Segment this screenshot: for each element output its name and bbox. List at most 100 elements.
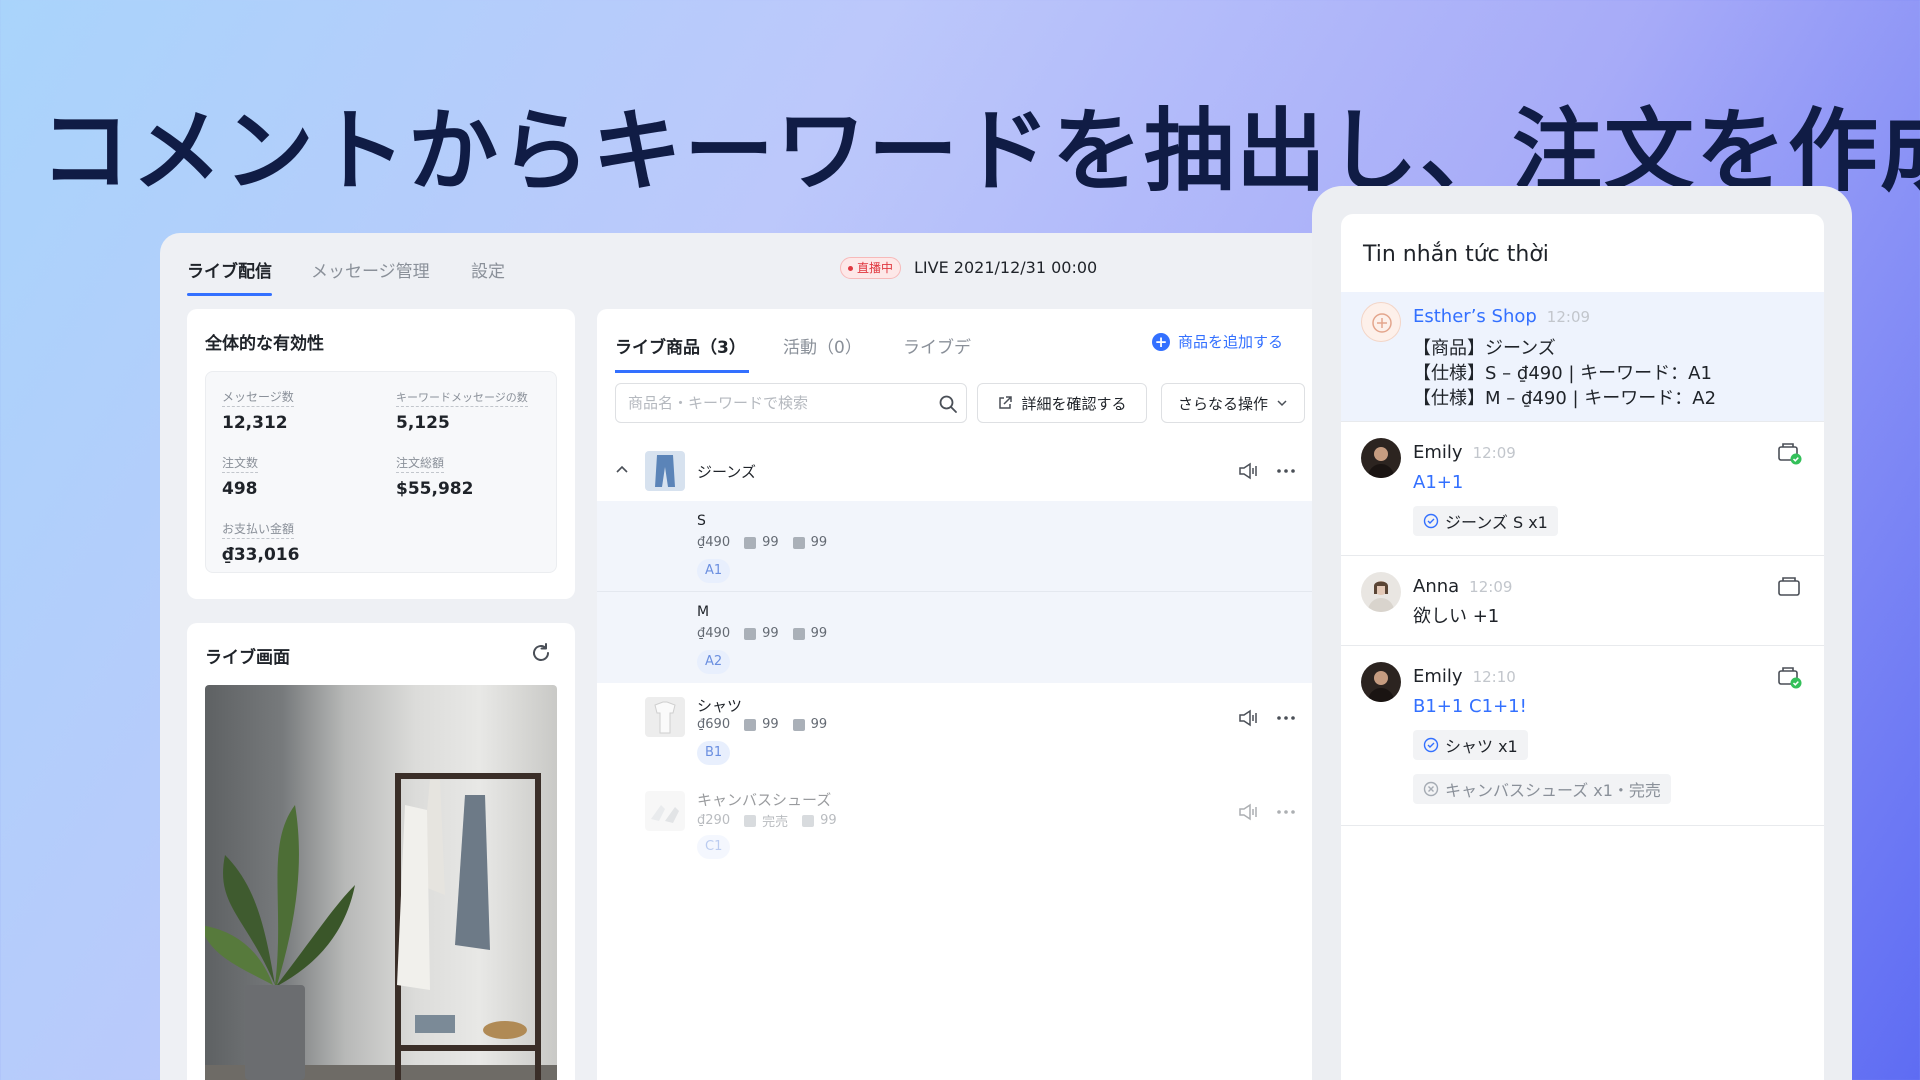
avatar-image <box>1367 581 1395 612</box>
tab-live-data[interactable]: ライブデ <box>903 333 971 358</box>
tab-messages[interactable]: メッセージ管理 <box>311 257 430 282</box>
live-status-badge: 直播中 <box>840 257 902 279</box>
chat-panel: Tin nhắn tức thời Esther’s Shop 12:09 【商… <box>1341 214 1824 1080</box>
live-video-frame <box>205 685 557 1080</box>
more-icon[interactable] <box>1275 707 1297 729</box>
sender-name: Anna <box>1413 576 1460 597</box>
stats-title: 全体的な有効性 <box>205 334 324 354</box>
variant-stock: 99 <box>762 535 779 550</box>
add-product-label: 商品を追加する <box>1178 333 1284 351</box>
order-chip[interactable]: シャツ x1 <box>1413 730 1528 760</box>
shop-logo-icon <box>1372 313 1392 333</box>
keyword-tag: C1 <box>697 835 731 859</box>
speaker-icon[interactable] <box>1237 801 1259 823</box>
top-nav: ライブ配信 メッセージ管理 設定 直播中 LIVE 2021/12/31 00:… <box>160 233 1340 301</box>
refresh-icon[interactable] <box>529 641 553 665</box>
stat-label: お支払い金額 <box>222 520 295 539</box>
product-price: ₫290 <box>697 813 731 828</box>
message-line: 【仕様】S – ₫490 | キーワード：A1 <box>1413 363 1712 384</box>
variant-meta: ₫490 99 99 <box>697 626 827 641</box>
speaker-icon[interactable] <box>1237 707 1259 729</box>
avatar-image <box>1367 447 1395 478</box>
bag-icon <box>792 536 805 549</box>
search-icon[interactable] <box>938 394 958 414</box>
tab-live[interactable]: ライブ配信 <box>187 257 272 296</box>
product-sold: 99 <box>810 717 828 732</box>
stat-label: メッセージ数 <box>222 388 294 407</box>
stock-icon <box>744 814 757 827</box>
chat-message: Emily 12:09 A1+1 ジーンズ S x1 <box>1341 422 1824 556</box>
order-created-icon[interactable] <box>1776 440 1802 466</box>
stock-icon <box>744 718 757 731</box>
order-chip-failed[interactable]: キャンバスシューズ x1・完売 <box>1413 774 1671 804</box>
row-actions <box>1237 707 1297 729</box>
product-row-jeans[interactable]: ジーンズ <box>597 441 1317 501</box>
create-order-icon[interactable] <box>1776 574 1802 600</box>
close-circle-icon <box>1423 781 1439 797</box>
chevron-down-icon <box>1277 400 1287 407</box>
variant-price: ₫490 <box>697 535 731 550</box>
variant-price: ₫490 <box>697 626 731 641</box>
product-name: ジーンズ <box>697 463 756 481</box>
product-meta: ₫690 99 99 <box>697 717 827 732</box>
message-line: 【商品】ジーンズ <box>1413 338 1556 359</box>
shirt-image <box>654 701 676 734</box>
bag-icon <box>792 718 805 731</box>
product-row-shirt[interactable]: シャツ ₫690 99 99 B1 <box>597 689 1317 775</box>
add-product-button[interactable]: + 商品を追加する <box>1152 331 1283 352</box>
order-created-icon[interactable] <box>1776 664 1802 690</box>
variant-stock: 99 <box>762 626 779 641</box>
product-name: シャツ <box>697 697 743 715</box>
product-sold: 99 <box>820 813 837 828</box>
product-price: ₫690 <box>697 717 731 732</box>
check-circle-icon <box>1423 513 1439 529</box>
stat-label: 注文数 <box>222 454 259 473</box>
live-scene-image <box>205 773 557 1080</box>
chevron-up-icon[interactable] <box>615 463 629 477</box>
avatar <box>1361 572 1401 612</box>
stats-box: メッセージ数 12,312 キーワードメッセージの数 5,125 注文数 498… <box>205 371 557 573</box>
live-time: LIVE 2021/12/31 00:00 <box>914 258 1098 277</box>
more-actions-dropdown[interactable]: さらなる操作 <box>1161 383 1305 423</box>
product-name: キャンバスシューズ <box>697 791 832 809</box>
stat-value: 12,312 <box>222 413 288 433</box>
stat-orders: 注文数 498 <box>222 452 382 499</box>
view-details-button[interactable]: 詳細を確認する <box>977 383 1147 423</box>
chat-message: Emily 12:10 B1+1 C1+1! シャツ x1 キャンバスシューズ … <box>1341 646 1824 826</box>
stock-icon <box>744 536 757 549</box>
stat-value: 498 <box>222 479 258 499</box>
product-thumbnail <box>645 791 685 831</box>
main-window: ライブ配信 メッセージ管理 設定 直播中 LIVE 2021/12/31 00:… <box>160 233 1340 1080</box>
stat-label: キーワードメッセージの数 <box>396 389 528 407</box>
message-time: 12:09 <box>1546 308 1591 326</box>
check-circle-icon <box>1423 737 1439 753</box>
live-badge-label: 直播中 <box>857 261 894 275</box>
product-thumbnail <box>645 697 685 737</box>
search-input[interactable] <box>616 384 916 422</box>
speaker-icon[interactable] <box>1237 460 1259 482</box>
external-link-icon <box>999 396 1013 409</box>
bag-icon <box>792 627 805 640</box>
message-line: 【仕様】M – ₫490 | キーワード：A2 <box>1413 388 1717 409</box>
chat-message-shop: Esther’s Shop 12:09 【商品】ジーンズ 【仕様】S – ₫49… <box>1341 292 1824 422</box>
chat-message: Anna 12:09 欲しい +1 <box>1341 556 1824 646</box>
variant-name: S <box>697 513 706 529</box>
message-text: B1+1 C1+1! <box>1413 696 1527 717</box>
more-icon[interactable] <box>1275 801 1297 823</box>
order-label: シャツ x1 <box>1445 737 1518 756</box>
product-stock: 完売 <box>762 815 789 830</box>
product-thumbnail <box>645 451 685 491</box>
avatar <box>1361 302 1401 342</box>
variant-name: M <box>697 604 710 620</box>
product-search[interactable] <box>615 383 967 423</box>
product-row-canvas-shoes[interactable]: キャンバスシューズ ₫290 完売 99 C1 <box>597 783 1317 869</box>
products-panel: ライブ商品（3） 活動（0） ライブデ + 商品を追加する 詳細を確認する さら… <box>597 309 1340 1080</box>
tab-live-products[interactable]: ライブ商品（3） <box>615 333 749 373</box>
stat-keyword-messages: キーワードメッセージの数 5,125 <box>396 386 556 433</box>
tab-settings[interactable]: 設定 <box>471 257 505 282</box>
more-icon[interactable] <box>1275 460 1297 482</box>
message-time: 12:09 <box>1469 578 1513 596</box>
variant-list: S ₫490 99 99 A1 M ₫490 99 99 A2 <box>597 501 1340 683</box>
tab-activities[interactable]: 活動（0） <box>783 333 862 358</box>
order-chip[interactable]: ジーンズ S x1 <box>1413 506 1558 536</box>
